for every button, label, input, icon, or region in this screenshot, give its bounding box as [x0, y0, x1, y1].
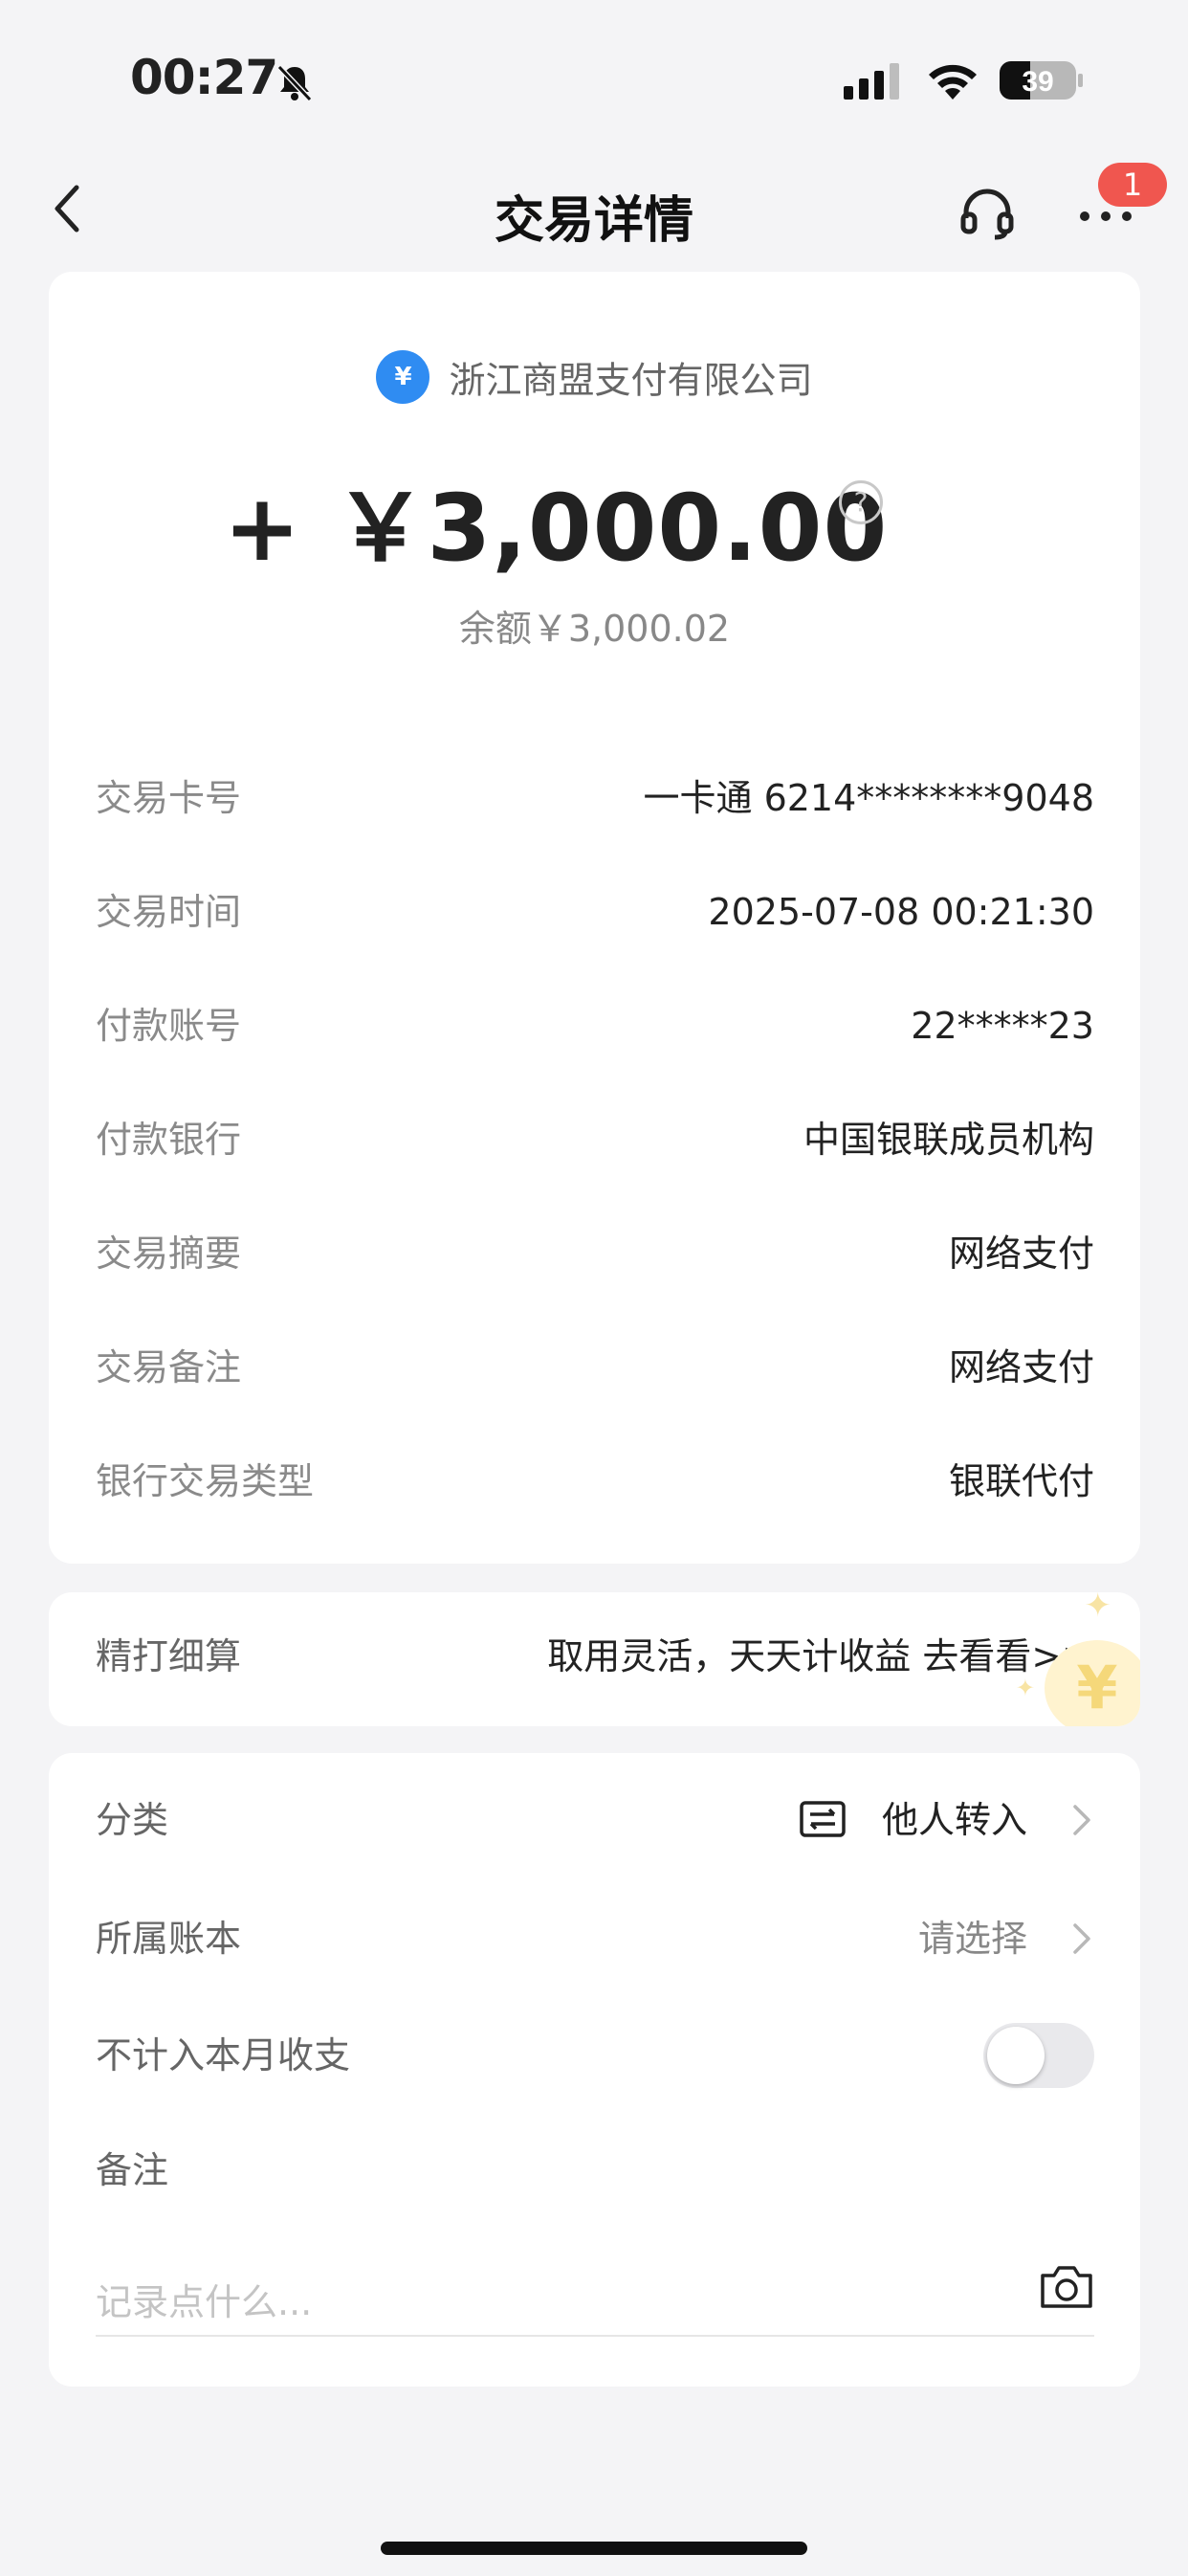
detail-row-payer-bank: 付款银行 中国银联成员机构 [96, 1106, 1094, 1173]
notification-badge: 1 [1098, 163, 1167, 207]
merchant-name: 浙江商盟支付有限公司 [449, 359, 813, 402]
detail-label: 交易摘要 [96, 1232, 242, 1275]
settings-card: 分类 他人转入 所属账本 请选择 不计入本月收支 备注 [49, 1753, 1140, 2387]
exclude-row: 不计入本月收支 [96, 2017, 1094, 2094]
detail-label: 交易卡号 [96, 777, 242, 819]
exclude-label: 不计入本月收支 [96, 2034, 351, 2076]
battery-level: 39 [1022, 66, 1053, 98]
ledger-label: 所属账本 [96, 1918, 242, 1960]
detail-row-remark: 交易备注 网络支付 [96, 1334, 1094, 1401]
battery-icon: 39 [1000, 61, 1083, 100]
transaction-amount: + ￥3,000.00 [223, 475, 889, 582]
detail-row-time: 交易时间 2025-07-08 00:21:30 [96, 878, 1094, 945]
detail-row-payer-account: 付款账号 22*****23 [96, 992, 1094, 1059]
detail-value: 中国银联成员机构 [803, 1119, 1094, 1161]
transfer-icon [800, 1801, 846, 1837]
help-icon[interactable]: ? [839, 480, 883, 524]
detail-value: 网络支付 [948, 1232, 1094, 1275]
sparkle-icon: ✦ [1084, 1592, 1112, 1625]
money-bag-icon: ¥ [376, 350, 430, 404]
merchant: ¥ 浙江商盟支付有限公司 [49, 350, 1140, 404]
note-input[interactable] [96, 2270, 1094, 2337]
ledger-row[interactable]: 所属账本 请选择 [96, 1900, 1094, 1977]
detail-value: 网络支付 [948, 1346, 1094, 1388]
promo-link[interactable]: 取用灵活，天天计收益 去看看>> [547, 1627, 1092, 1679]
category-label: 分类 [96, 1799, 169, 1841]
ledger-value: 请选择 [917, 1918, 1027, 1960]
toggle-knob [987, 2027, 1045, 2084]
headset-icon[interactable] [958, 186, 1016, 241]
detail-row-card-number: 交易卡号 一卡通 6214********9048 [96, 765, 1094, 832]
bell-slash-icon [276, 64, 313, 102]
promo-banner[interactable]: 精打细算 取用灵活，天天计收益 去看看>> ✦ ✦ ¥ [49, 1592, 1140, 1726]
detail-value: 银联代付 [948, 1460, 1094, 1502]
exclude-toggle[interactable] [983, 2023, 1094, 2088]
detail-label: 交易备注 [96, 1346, 242, 1388]
promo-label: 精打细算 [96, 1635, 242, 1677]
detail-row-bank-type: 银行交易类型 银联代付 [96, 1448, 1094, 1515]
detail-value: 2025-07-08 00:21:30 [708, 891, 1094, 933]
sparkle-icon: ✦ [1015, 1675, 1035, 1701]
chevron-right-icon [1073, 1923, 1090, 1954]
detail-value: 22*****23 [911, 1005, 1094, 1047]
status-time: 00:27 [130, 50, 278, 105]
home-indicator[interactable] [381, 2542, 807, 2555]
balance: 余额￥3,000.02 [458, 608, 731, 650]
detail-label: 付款账号 [96, 1005, 242, 1047]
note-row: 备注 [96, 2132, 1094, 2209]
detail-label: 交易时间 [96, 891, 242, 933]
detail-label: 付款银行 [96, 1119, 242, 1161]
chevron-right-icon [1073, 1805, 1090, 1835]
category-value: 他人转入 [881, 1799, 1027, 1841]
transaction-card: ¥ 浙江商盟支付有限公司 + ￥3,000.00 ? 余额￥3,000.02 交易… [49, 272, 1140, 1564]
detail-label: 银行交易类型 [96, 1460, 315, 1502]
camera-icon[interactable] [1039, 2262, 1094, 2310]
detail-value: 一卡通 6214********9048 [643, 777, 1095, 819]
wifi-icon [929, 64, 977, 100]
more-icon[interactable] [1075, 207, 1136, 226]
status-bar: 00:27 39 [0, 0, 1188, 144]
nav-bar: 交易详情 1 [0, 163, 1188, 258]
detail-row-summary: 交易摘要 网络支付 [96, 1220, 1094, 1287]
note-label: 备注 [96, 2149, 169, 2191]
category-row[interactable]: 分类 他人转入 [96, 1782, 1094, 1858]
signal-icon [844, 63, 899, 100]
